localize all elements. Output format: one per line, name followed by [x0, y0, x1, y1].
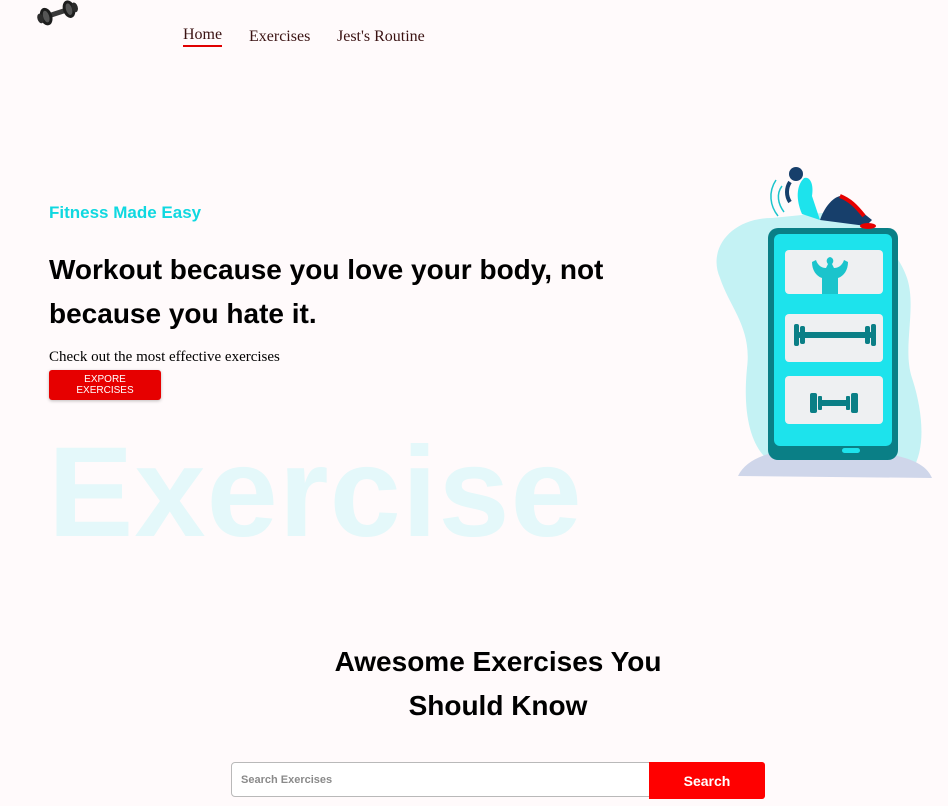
search-bar: Search	[231, 762, 765, 799]
search-input[interactable]	[231, 762, 651, 797]
hero-tagline: Fitness Made Easy	[49, 203, 202, 222]
nav-routine-link[interactable]: Jest's Routine	[337, 28, 425, 46]
explore-exercises-button[interactable]: EXPORE EXERCISES	[49, 370, 161, 400]
nav-home-link[interactable]: Home	[183, 26, 223, 47]
hero-subtext: Check out the most effective exercises	[49, 349, 280, 365]
hero-headline: Workout because you love your body, not …	[49, 254, 604, 329]
hero-watermark: Exercise	[48, 421, 583, 564]
logo[interactable]	[36, 0, 82, 28]
exercises-section-title: Awesome Exercises You Should Know	[334, 646, 662, 721]
fitness-phone-illustration	[712, 158, 936, 484]
dumbbell-icon	[37, 0, 78, 26]
search-button[interactable]: Search	[649, 762, 765, 799]
nav-exercises-link[interactable]: Exercises	[249, 28, 310, 46]
